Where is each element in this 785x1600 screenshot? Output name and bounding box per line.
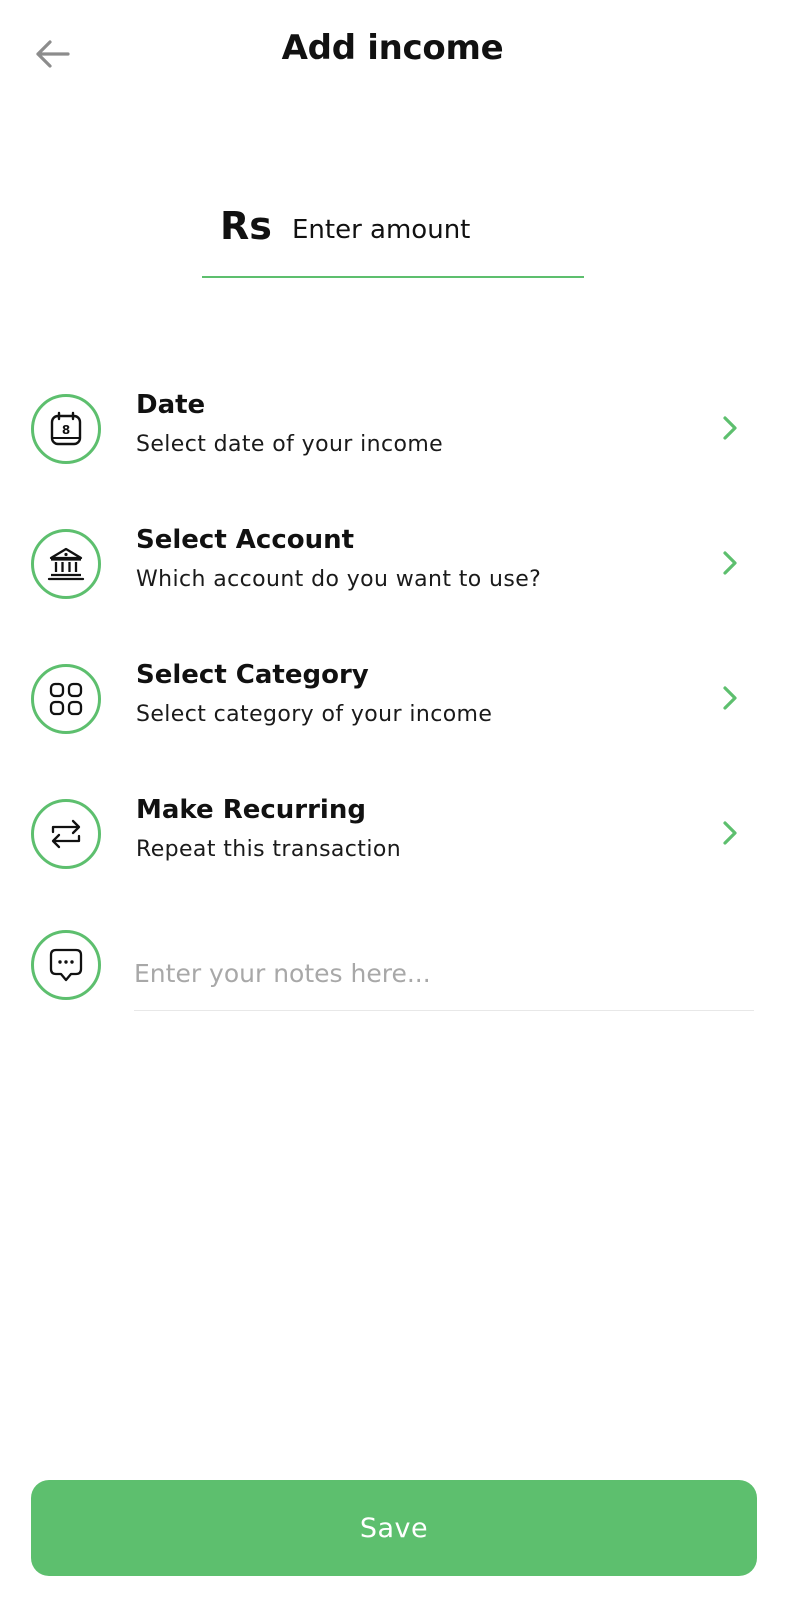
- calendar-day: 8: [62, 423, 70, 437]
- amount-input[interactable]: [292, 210, 572, 250]
- chat-bubble-icon: [49, 948, 83, 982]
- chevron-right-icon: [716, 680, 744, 716]
- page-title: Add income: [281, 28, 504, 68]
- notes-input[interactable]: [134, 950, 734, 996]
- save-button[interactable]: Save: [31, 1480, 757, 1576]
- notes-icon-circle: [31, 930, 101, 1000]
- recurring-title: Make Recurring: [136, 795, 366, 825]
- recurring-subtitle: Repeat this transaction: [136, 837, 402, 862]
- account-icon-circle: [31, 529, 101, 599]
- recurring-icon-circle: [31, 799, 101, 869]
- notes-row: [0, 930, 785, 1030]
- category-icon-circle: [31, 664, 101, 734]
- chevron-right-icon: [716, 545, 744, 581]
- account-option[interactable]: Select Account Which account do you want…: [0, 515, 785, 615]
- repeat-icon: [51, 819, 81, 849]
- category-grid-icon: [49, 682, 83, 716]
- amount-field: Rs: [202, 190, 584, 278]
- calendar-icon: 8: [50, 411, 82, 446]
- account-title: Select Account: [136, 525, 355, 555]
- date-title: Date: [136, 390, 206, 420]
- notes-divider: [134, 1010, 754, 1011]
- category-title: Select Category: [136, 660, 369, 690]
- chevron-right-icon: [716, 815, 744, 851]
- date-option[interactable]: 8 Date Select date of your income: [0, 380, 785, 480]
- account-subtitle: Which account do you want to use?: [136, 567, 542, 592]
- bank-icon: [47, 547, 85, 581]
- category-option[interactable]: Select Category Select category of your …: [0, 650, 785, 750]
- date-subtitle: Select date of your income: [136, 432, 444, 457]
- date-icon-circle: 8: [31, 394, 101, 464]
- category-subtitle: Select category of your income: [136, 702, 493, 727]
- app-header: Add income: [0, 0, 785, 110]
- currency-label: Rs: [220, 204, 272, 248]
- recurring-option[interactable]: Make Recurring Repeat this transaction: [0, 785, 785, 885]
- chevron-right-icon: [716, 410, 744, 446]
